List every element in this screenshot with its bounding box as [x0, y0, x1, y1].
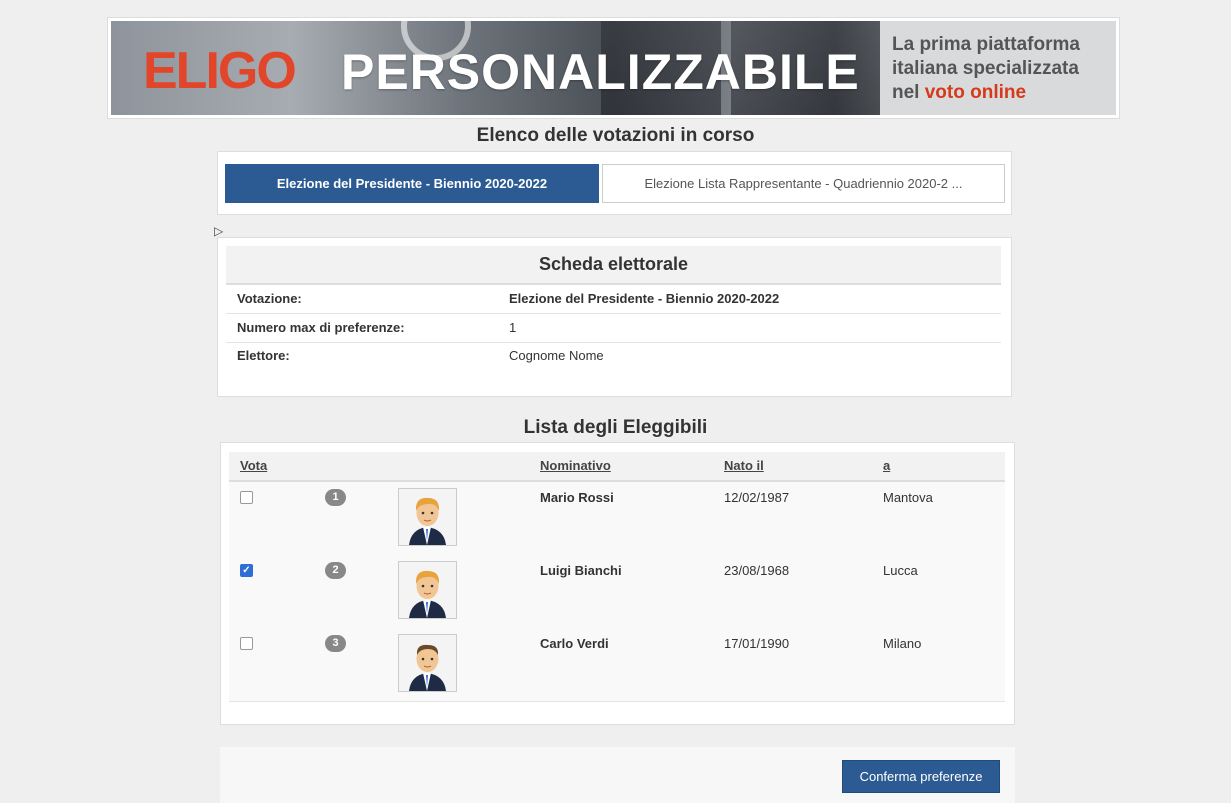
banner-image: ELIGO PERSONALIZZABILE La prima piattafo…: [111, 21, 1116, 115]
table-row: ✓ 2 Luigi Bianchi 23/08/1968 Lucca: [229, 555, 1005, 629]
votazioni-title: Elenco delle votazioni in corso: [476, 125, 755, 146]
scheda-title: Scheda elettorale: [226, 246, 1001, 285]
eleggibili-title: Lista degli Eleggibili: [523, 417, 708, 438]
vote-checkbox[interactable]: [240, 637, 253, 650]
scheda-row-elettore: Elettore: Cognome Nome: [237, 348, 604, 363]
vote-checkbox[interactable]: [240, 491, 253, 504]
eligo-logo: ELIGO: [143, 42, 297, 100]
scheda-row-votazione: Votazione: Elezione del Presidente - Bie…: [226, 285, 1001, 314]
banner: ELIGO PERSONALIZZABILE La prima piattafo…: [107, 17, 1120, 119]
confirm-preferences-button[interactable]: Conferma preferenze: [842, 760, 1000, 793]
banner-headline: PERSONALIZZABILE: [341, 44, 860, 100]
candidate-name: Luigi Bianchi: [540, 563, 622, 578]
column-a[interactable]: a: [883, 458, 890, 473]
candidate-name: Carlo Verdi: [540, 636, 609, 651]
banner-tagline: La prima piattaforma italiana specializz…: [880, 21, 1116, 115]
candidate-number: 1: [325, 489, 346, 506]
tab-elezione-lista[interactable]: Elezione Lista Rappresentante - Quadrien…: [602, 164, 1005, 203]
votazioni-tabs: Elezione del Presidente - Biennio 2020-2…: [217, 151, 1012, 215]
candidate-birthplace: Lucca: [883, 563, 918, 578]
candidate-avatar: [398, 488, 457, 546]
column-nato-il[interactable]: Nato il: [724, 458, 764, 473]
candidate-birthplace: Milano: [883, 636, 922, 651]
eleggibili-table: Vota Nominativo Nato il a 1 Mario Rossi …: [220, 442, 1015, 725]
candidate-birthdate: 17/01/1990: [724, 636, 790, 651]
mouse-cursor-icon: ▷: [214, 224, 224, 238]
tab-elezione-presidente[interactable]: Elezione del Presidente - Biennio 2020-2…: [225, 164, 599, 203]
candidate-name: Mario Rossi: [540, 490, 614, 505]
table-row: 3 Carlo Verdi 17/01/1990 Milano: [229, 628, 1005, 702]
scheda-row-max-preferenze: Numero max di preferenze: 1: [226, 314, 1001, 343]
table-row: 1 Mario Rossi 12/02/1987 Mantova: [229, 482, 1005, 556]
candidate-birthdate: 23/08/1968: [724, 563, 790, 578]
column-vota[interactable]: Vota: [240, 458, 267, 473]
column-nominativo[interactable]: Nominativo: [540, 458, 611, 473]
vote-checkbox[interactable]: ✓: [240, 564, 253, 577]
candidate-birthplace: Mantova: [883, 490, 933, 505]
table-header: Vota Nominativo Nato il a: [229, 452, 1005, 482]
candidate-avatar: [398, 561, 457, 619]
candidate-avatar: [398, 634, 457, 692]
candidate-birthdate: 12/02/1987: [724, 490, 790, 505]
candidate-number: 2: [325, 562, 346, 579]
candidate-number: 3: [325, 635, 346, 652]
scheda-elettorale: Scheda elettorale Votazione: Elezione de…: [217, 237, 1012, 397]
